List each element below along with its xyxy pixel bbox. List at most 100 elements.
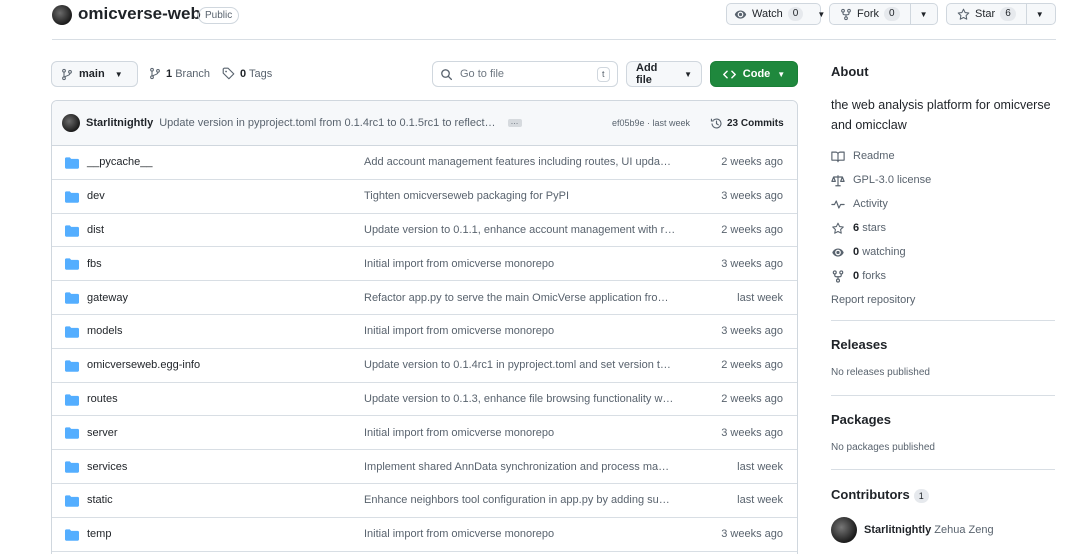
- code-button[interactable]: Code ▼: [710, 61, 798, 87]
- file-commit-date: last week: [737, 460, 783, 473]
- add-file-button[interactable]: Add file ▼: [626, 61, 702, 87]
- star-dropdown[interactable]: ▼: [1027, 4, 1053, 24]
- file-commit-message[interactable]: Enhance neighbors tool configuration in …: [364, 494, 687, 506]
- stars-count: 6: [853, 222, 860, 234]
- forks-count: 0: [853, 270, 860, 282]
- repo-description: the web analysis platform for omicverse …: [831, 98, 1051, 132]
- tags-link[interactable]: 0 Tags: [222, 67, 272, 80]
- owner-avatar[interactable]: [52, 5, 72, 25]
- report-repository-link[interactable]: Report repository: [831, 288, 1055, 312]
- file-commit-date: 3 weeks ago: [721, 528, 783, 541]
- commit-history-link[interactable]: 23 Commits: [710, 117, 784, 130]
- file-commit-date: 3 weeks ago: [721, 190, 783, 203]
- commits-count: 23 Commits: [727, 117, 784, 129]
- eye-icon: [831, 246, 845, 259]
- readme-link[interactable]: Readme: [831, 144, 1055, 168]
- file-name[interactable]: dist: [87, 224, 104, 236]
- file-row[interactable]: gateway Refactor app.py to serve the mai…: [52, 281, 797, 315]
- file-name[interactable]: gateway: [87, 292, 128, 304]
- watch-button[interactable]: Watch 0 ▼: [726, 3, 825, 25]
- license-link[interactable]: GPL-3.0 license: [831, 168, 1055, 192]
- file-commit-message[interactable]: Initial import from omicverse monorepo: [364, 258, 687, 270]
- file-commit-date: last week: [737, 494, 783, 507]
- file-row[interactable]: models Initial import from omicverse mon…: [52, 315, 797, 349]
- commit-expand-button[interactable]: …: [507, 118, 522, 127]
- pulse-icon: [831, 198, 845, 211]
- file-name[interactable]: fbs: [87, 258, 102, 270]
- license-label: GPL-3.0 license: [853, 174, 932, 186]
- branches-label: Branch: [175, 67, 211, 80]
- activity-link[interactable]: Activity: [831, 192, 1055, 216]
- file-name[interactable]: __pycache__: [87, 156, 152, 168]
- tag-icon: [222, 67, 235, 80]
- file-commit-message[interactable]: Add account management features includin…: [364, 156, 687, 168]
- sidebar-divider: [831, 395, 1055, 396]
- file-commit-message[interactable]: Initial import from omicverse monorepo: [364, 325, 687, 337]
- contributor-avatar[interactable]: [831, 516, 857, 543]
- contributors-title[interactable]: Contributors: [831, 487, 910, 502]
- file-name[interactable]: services: [87, 461, 127, 473]
- file-row[interactable]: fbs Initial import from omicverse monore…: [52, 247, 797, 282]
- file-row[interactable]: server Initial import from omicverse mon…: [52, 416, 797, 451]
- fork-label: Fork: [857, 8, 879, 20]
- commit-author-avatar[interactable]: [62, 114, 80, 132]
- file-row[interactable]: routes Update version to 0.1.3, enhance …: [52, 383, 797, 417]
- commit-author[interactable]: Starlitnightly: [86, 117, 153, 129]
- file-row[interactable]: services Implement shared AnnData synchr…: [52, 450, 797, 484]
- watching-link[interactable]: 0 watching: [831, 240, 1055, 264]
- caret-down-icon: ▼: [684, 69, 692, 79]
- branches-link[interactable]: 1 Branch: [149, 67, 210, 80]
- file-commit-message[interactable]: Update version to 0.1.3, enhance file br…: [364, 393, 687, 405]
- contributor-item[interactable]: Starlitnightly Zehua Zeng: [831, 516, 1055, 543]
- file-name[interactable]: omicverseweb.egg-info: [87, 359, 200, 371]
- star-button[interactable]: Star 6 ▼: [946, 3, 1056, 25]
- stars-link[interactable]: 6 stars: [831, 216, 1055, 240]
- file-commit-message[interactable]: Update version to 0.1.1, enhance account…: [364, 224, 687, 236]
- releases-title[interactable]: Releases: [831, 337, 1055, 352]
- file-name[interactable]: temp: [87, 528, 111, 540]
- fork-button[interactable]: Fork 0 ▼: [829, 3, 938, 25]
- file-row[interactable]: __pycache__ Add account management featu…: [52, 146, 797, 180]
- repo-name[interactable]: omicverse-web: [78, 4, 201, 24]
- file-name[interactable]: server: [87, 427, 118, 439]
- file-commit-message[interactable]: Tighten omicverseweb packaging for PyPI: [364, 190, 687, 202]
- history-icon: [710, 117, 723, 130]
- file-row[interactable]: temp Initial import from omicverse monor…: [52, 518, 797, 552]
- sidebar-divider: [831, 320, 1055, 321]
- forks-link[interactable]: 0 forks: [831, 264, 1055, 288]
- file-commit-date: 3 weeks ago: [721, 426, 783, 439]
- file-row[interactable]: omicverseweb.egg-info Update version to …: [52, 349, 797, 383]
- book-icon: [831, 150, 845, 163]
- file-commit-date: last week: [737, 291, 783, 304]
- file-name[interactable]: static: [87, 494, 113, 506]
- go-to-file-input[interactable]: [460, 68, 590, 80]
- file-commit-message[interactable]: Initial import from omicverse monorepo: [364, 427, 687, 439]
- activity-label: Activity: [853, 198, 888, 210]
- go-to-file-search[interactable]: t: [432, 61, 618, 87]
- star-label: Star: [975, 8, 996, 20]
- commit-message[interactable]: Update version in pyproject.toml from 0.…: [159, 117, 495, 129]
- file-commit-message[interactable]: Refactor app.py to serve the main OmicVe…: [364, 292, 687, 304]
- file-row[interactable]: dev Tighten omicverseweb packaging for P…: [52, 180, 797, 214]
- file-name[interactable]: models: [87, 325, 122, 337]
- file-commit-message[interactable]: Initial import from omicverse monorepo: [364, 528, 687, 540]
- file-commit-message[interactable]: Update version to 0.1.4rc1 in pyproject.…: [364, 359, 687, 371]
- packages-title[interactable]: Packages: [831, 412, 1055, 427]
- file-commit-date: 3 weeks ago: [721, 257, 783, 270]
- branch-selector[interactable]: main ▼: [51, 61, 138, 87]
- file-row[interactable]: static Enhance neighbors tool configurat…: [52, 484, 797, 518]
- commit-hash[interactable]: ef05b9e · last week: [612, 118, 690, 128]
- branch-name: main: [79, 68, 105, 80]
- tags-label: Tags: [248, 67, 273, 80]
- folder-icon: [65, 529, 79, 541]
- file-commit-message[interactable]: Implement shared AnnData synchronization…: [364, 461, 687, 473]
- fork-dropdown[interactable]: ▼: [911, 4, 937, 24]
- file-name[interactable]: routes: [87, 393, 118, 405]
- caret-down-icon: ▼: [919, 9, 928, 19]
- file-name[interactable]: dev: [87, 190, 105, 202]
- folder-icon: [65, 495, 79, 507]
- file-row[interactable]: dist Update version to 0.1.1, enhance ac…: [52, 214, 797, 248]
- contributors-section: Contributors 1 Starlitnightly Zehua Zeng: [831, 487, 1055, 543]
- contributor-login[interactable]: Starlitnightly: [864, 524, 931, 536]
- folder-icon: [65, 461, 79, 473]
